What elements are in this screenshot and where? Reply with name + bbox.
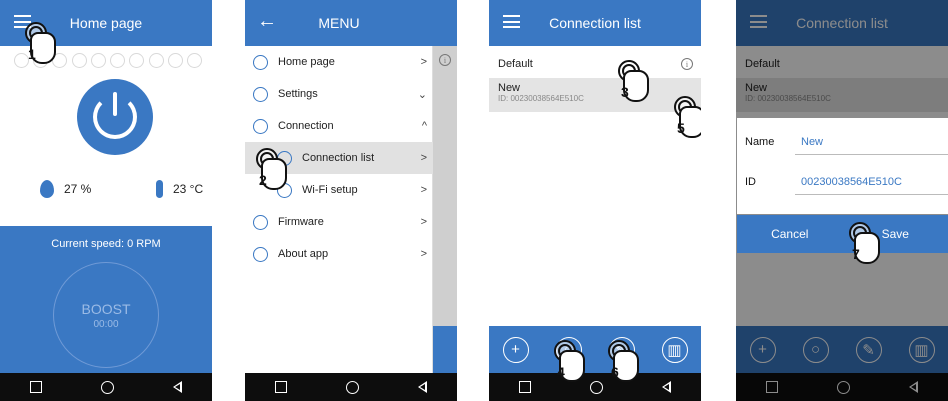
recents-icon[interactable] [29,381,42,393]
status-icon [71,53,87,68]
connection-id: ID: 00230038564E510C [498,94,584,103]
action-bar: + ○ ✎ ▥ [489,326,701,373]
hamburger-menu-icon[interactable] [503,15,520,28]
android-nav-bar [0,373,212,401]
info-icon: i [439,54,451,66]
list-item-new[interactable]: New ID: 00230038564E510C [489,78,701,112]
step-number: 6 [611,364,619,380]
chevron-right-icon: > [420,248,427,260]
name-label: Name [745,136,775,148]
android-nav-bar [489,373,701,401]
chevron-right-icon: > [420,56,427,68]
status-icon [110,53,126,68]
back-icon[interactable] [418,381,428,393]
power-button[interactable] [77,79,153,155]
list-item-default[interactable]: Default i [489,50,701,78]
menu-item-label: Connection [278,120,334,132]
status-icon [129,53,145,68]
menu-item-firmware[interactable]: Firmware > [245,206,433,238]
edit-dialog: Name New ID 00230038564E510C [737,118,948,214]
screen-edit-connection: Connection list Default New ID: 00230038… [736,0,948,401]
step-number: 4 [557,364,565,380]
humidity-readout: 27 % [40,180,91,198]
tap-hand-icon: 5 [671,96,701,142]
tap-hand-icon: 3 [615,60,657,106]
step-number: 1 [28,46,36,62]
current-speed: Current speed: 0 RPM [51,238,161,250]
step-number: 3 [621,84,629,100]
menu-item-label: Connection list [302,152,375,164]
android-nav-bar [245,373,457,401]
screen-menu: i ← MENU Home page > Settings ⌄ Connecti… [245,0,457,401]
back-icon[interactable] [173,381,183,393]
step-number: 2 [259,172,267,188]
temperature-readout: 23 °C [156,180,203,198]
back-icon[interactable] [662,381,672,393]
dimmed-background: i [433,0,457,401]
app-bar: Connection list [489,0,701,46]
menu-item-label: Home page [278,56,335,68]
id-input[interactable]: 00230038564E510C [801,176,902,188]
navigation-drawer: Home page > Settings ⌄ Connection ^ Conn… [245,46,433,373]
status-icon [90,53,106,68]
tap-hand-icon: 4 [551,340,593,386]
status-icon [167,53,183,68]
dialog-buttons: Cancel Save [737,215,948,253]
tap-hand-icon: 1 [22,22,64,68]
screen-connection-list: Connection list Default i New ID: 002300… [489,0,701,401]
chevron-right-icon: > [420,152,427,164]
menu-title: MENU [318,15,360,31]
back-arrow-icon[interactable]: ← [257,10,277,33]
speed-panel: Current speed: 0 RPM BOOST 00:00 [0,226,212,373]
thermometer-icon [156,180,163,198]
connection-name: Default [498,58,533,70]
connection-name: New [498,82,521,94]
connection-icon [253,118,268,134]
boost-label: BOOST [81,300,131,317]
step-number: 5 [677,120,685,136]
menu-item-about[interactable]: About app > [245,238,433,270]
humidity-icon [40,180,54,198]
menu-app-bar: ← MENU [245,0,433,46]
menu-item-label: Settings [278,88,318,100]
home-icon [253,54,268,70]
page-title: Home page [69,15,143,31]
status-icon [148,53,164,68]
tap-hand-icon: 7 [846,222,888,268]
name-input[interactable]: New [801,136,823,148]
home-icon[interactable] [100,380,114,394]
settings-icon [253,86,268,102]
trash-icon[interactable]: ▥ [661,336,688,363]
menu-item-label: Firmware [278,216,324,228]
recents-icon[interactable] [274,381,287,393]
add-icon[interactable]: + [502,336,529,363]
cancel-button[interactable]: Cancel [737,215,843,253]
recents-icon[interactable] [518,381,531,393]
info-icon [253,246,268,262]
menu-item-home[interactable]: Home page > [245,46,433,78]
home-icon[interactable] [345,380,359,394]
status-icon [186,53,202,68]
tap-hand-icon: 6 [605,340,647,386]
step-number: 7 [852,246,860,262]
page-title: Connection list [549,15,641,31]
chevron-right-icon: > [420,216,427,228]
menu-item-label: About app [278,248,329,260]
tap-hand-icon: 2 [253,148,295,194]
chevron-up-icon: ^ [421,120,427,132]
firmware-icon [253,214,268,230]
menu-item-label: Wi-Fi setup [302,184,358,196]
humidity-value: 27 % [64,182,92,196]
chevron-down-icon: ⌄ [417,88,427,101]
menu-item-connection[interactable]: Connection ^ [245,110,433,142]
boost-button[interactable]: BOOST 00:00 [53,262,159,368]
trash-icon [433,326,457,373]
temperature-value: 23 °C [173,182,204,196]
boost-timer: 00:00 [93,318,119,330]
info-icon[interactable]: i [681,58,693,70]
menu-item-settings[interactable]: Settings ⌄ [245,78,433,110]
chevron-right-icon: > [420,184,427,196]
screen-home: Home page 27 % 23 °C Current speed: 0 RP… [0,0,212,401]
id-label: ID [745,176,756,188]
